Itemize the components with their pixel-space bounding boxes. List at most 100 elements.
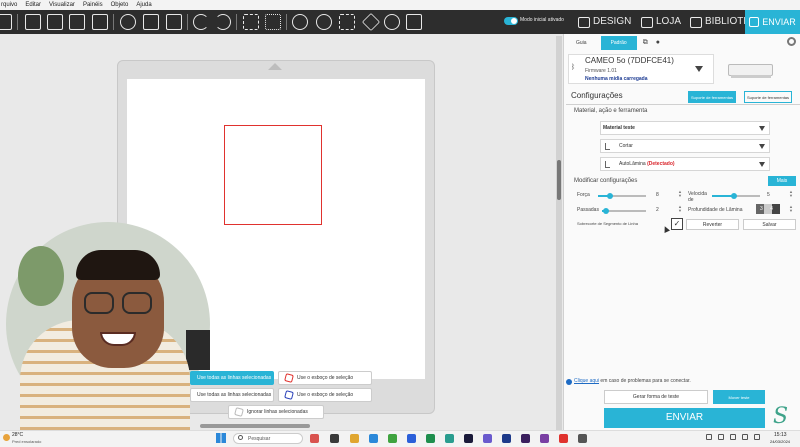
- outline-red-icon: [284, 373, 294, 383]
- ctx-use-outline[interactable]: Use o esboço de seleção: [278, 371, 372, 385]
- app-icon[interactable]: [445, 434, 454, 443]
- print-icon[interactable]: [92, 14, 108, 30]
- app-icon[interactable]: [388, 434, 397, 443]
- material-select[interactable]: Material teste: [600, 121, 770, 135]
- tab-link-icon[interactable]: ⧉: [641, 36, 650, 50]
- connection-help: Clique aqui em caso de problemas para se…: [566, 378, 691, 384]
- device-name: CAMEO 5o (7DDFCE41): [585, 56, 674, 65]
- nav-store-label: LOJA: [656, 16, 682, 27]
- home-icon[interactable]: [0, 14, 12, 30]
- nav-design[interactable]: DESIGN: [578, 10, 631, 34]
- tab-multi-icon[interactable]: ●: [654, 36, 662, 50]
- ctx-use-all-lines[interactable]: Use todas as linhas selecionadas: [190, 388, 274, 402]
- nav-store[interactable]: LOJA: [641, 10, 681, 34]
- taskbar-search[interactable]: Pesquisar: [233, 433, 303, 444]
- passes-slider-knob[interactable]: [603, 208, 609, 214]
- zoom-in-icon[interactable]: [292, 14, 308, 30]
- vertical-scrollbar[interactable]: [556, 36, 562, 430]
- ungroup-icon[interactable]: [265, 14, 281, 30]
- app-icon[interactable]: [483, 434, 492, 443]
- folder-icon[interactable]: [350, 434, 359, 443]
- weather-icon[interactable]: [3, 434, 10, 441]
- app-icon[interactable]: [540, 434, 549, 443]
- tool-holder-tab-2[interactable]: Suporte de ferramentas: [744, 91, 793, 103]
- battery-icon[interactable]: [754, 434, 760, 440]
- ctx-ignore-lines[interactable]: Ignorar linhas selecionadas: [228, 405, 324, 419]
- send-icon: [749, 17, 760, 27]
- open-folder-icon[interactable]: [47, 14, 63, 30]
- action-select[interactable]: Cortar: [600, 139, 770, 153]
- zoom-fit-icon[interactable]: [339, 14, 355, 30]
- menu-panels[interactable]: Painéis: [83, 0, 103, 10]
- help-link[interactable]: Clique aqui: [574, 378, 599, 384]
- new-file-icon[interactable]: [25, 14, 41, 30]
- premiere-icon[interactable]: [521, 434, 530, 443]
- menu-help[interactable]: Ajuda: [136, 0, 151, 10]
- tab-standard[interactable]: Padrão: [600, 36, 637, 50]
- cut-shape[interactable]: [224, 125, 322, 225]
- horizontal-scroll-thumb[interactable]: [200, 424, 310, 428]
- chevron-down-icon[interactable]: [695, 66, 703, 72]
- app-icon[interactable]: [310, 434, 319, 443]
- browser-icon[interactable]: [369, 434, 378, 443]
- speed-slider-knob[interactable]: [731, 193, 737, 199]
- menu-view[interactable]: Visualizar: [49, 0, 75, 10]
- zoom-out-icon[interactable]: [316, 14, 332, 30]
- app-icon[interactable]: [407, 434, 416, 443]
- test-cut-button[interactable]: Gerar forma de teste: [604, 390, 708, 404]
- undo-icon[interactable]: [193, 14, 209, 30]
- chevron-up-icon[interactable]: [706, 434, 712, 440]
- excel-icon[interactable]: [426, 434, 435, 443]
- nav-send[interactable]: ENVIAR: [745, 10, 800, 34]
- redo-icon[interactable]: [215, 14, 231, 30]
- tool-select[interactable]: AutoLâmina (Detectado): [600, 157, 770, 171]
- force-label: Força: [577, 192, 590, 198]
- clock-date[interactable]: 24/03/2024: [770, 439, 790, 444]
- search-icon: [238, 435, 243, 440]
- config-title: Configurações: [571, 91, 623, 100]
- windows-start-icon[interactable]: [216, 433, 226, 443]
- revert-button[interactable]: Reverter: [686, 219, 739, 230]
- app-tray-icon[interactable]: [718, 434, 724, 440]
- app-icon[interactable]: [578, 434, 587, 443]
- steam-icon[interactable]: [464, 434, 473, 443]
- fill-page-icon[interactable]: [361, 12, 381, 32]
- ctx-use-all-lines-active[interactable]: Use todas as linhas selecionadas: [190, 371, 274, 385]
- ctx-label: Use o esboço de seleção: [297, 375, 354, 381]
- volume-icon[interactable]: [742, 434, 748, 440]
- vertical-scroll-thumb[interactable]: [557, 160, 561, 200]
- pan-hand-icon[interactable]: [384, 14, 400, 30]
- photoshop-icon[interactable]: [502, 434, 511, 443]
- group-icon[interactable]: [243, 14, 259, 30]
- paste-icon[interactable]: [166, 14, 182, 30]
- save-button[interactable]: Salvar: [743, 219, 796, 230]
- menu-file[interactable]: rquivo: [1, 0, 17, 10]
- passes-label: Passadas: [577, 207, 599, 213]
- menu-object[interactable]: Objeto: [111, 0, 129, 10]
- nav-send-label: ENVIAR: [762, 17, 796, 27]
- force-slider-knob[interactable]: [607, 193, 613, 199]
- wifi-icon[interactable]: [730, 434, 736, 440]
- mode-toggle[interactable]: [504, 17, 518, 25]
- clock-time[interactable]: 15:13: [774, 432, 787, 438]
- move-test-button[interactable]: Mover teste: [713, 390, 765, 404]
- passes-stepper[interactable]: ▲ ▼: [678, 205, 682, 213]
- menu-edit[interactable]: Editar: [25, 0, 41, 10]
- tool-holder-tab-1[interactable]: Suporte de ferramentas: [688, 91, 737, 103]
- more-button[interactable]: Mais: [768, 176, 796, 186]
- move-icon[interactable]: [406, 14, 422, 30]
- app-icon[interactable]: [559, 434, 568, 443]
- overcut-checkbox[interactable]: ✓: [671, 218, 683, 230]
- cut-icon[interactable]: [120, 14, 136, 30]
- gear-icon[interactable]: [787, 37, 796, 46]
- tab-guide[interactable]: Guia: [566, 36, 597, 50]
- copy-icon[interactable]: [143, 14, 159, 30]
- app-icon[interactable]: [330, 434, 339, 443]
- depth-stepper[interactable]: ▲ ▼: [789, 205, 793, 213]
- speed-stepper[interactable]: ▲ ▼: [789, 190, 793, 198]
- save-icon[interactable]: [69, 14, 85, 30]
- force-stepper[interactable]: ▲ ▼: [678, 190, 682, 198]
- material-section-title: Material, ação e ferramenta: [574, 108, 648, 114]
- ctx-use-outline-2[interactable]: Use o esboço de seleção: [278, 388, 372, 402]
- send-button[interactable]: ENVIAR: [604, 408, 765, 428]
